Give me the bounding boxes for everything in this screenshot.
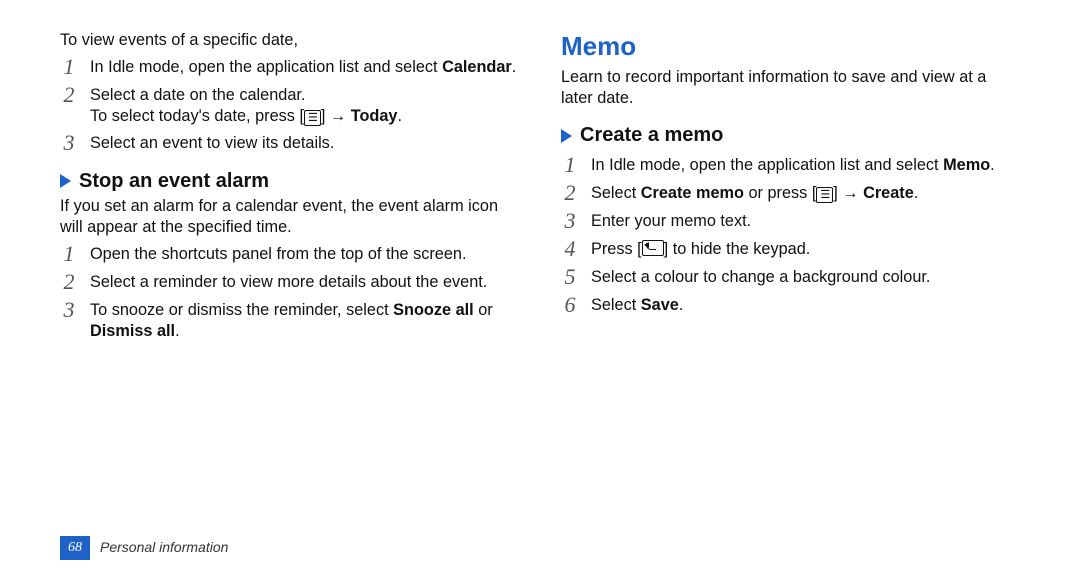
step-number: 1 (60, 56, 78, 78)
step-number: 1 (60, 243, 78, 265)
menu-icon: ☰ (816, 187, 833, 203)
intro-text: To view events of a specific date, (60, 30, 519, 51)
step-body: Select a reminder to view more details a… (90, 272, 519, 293)
subheading-create-memo: Create a memo (561, 123, 1020, 149)
stop-alarm-steps: 1 Open the shortcuts panel from the top … (60, 244, 519, 342)
step-number: 4 (561, 238, 579, 260)
step: 3 Enter your memo text. (561, 211, 1020, 233)
step-body: Enter your memo text. (591, 211, 1020, 232)
create-memo-steps: 1 In Idle mode, open the application lis… (561, 155, 1020, 317)
step-body: In Idle mode, open the application list … (591, 155, 1020, 176)
step-number: 2 (561, 182, 579, 204)
step: 1 In Idle mode, open the application lis… (561, 155, 1020, 177)
step: 2 Select Create memo or press [☰] → Crea… (561, 183, 1020, 205)
chevron-right-icon (561, 129, 572, 143)
step-body: Select a date on the calendar. To select… (90, 85, 519, 127)
step: 5 Select a colour to change a background… (561, 267, 1020, 289)
manual-page: To view events of a specific date, 1 In … (0, 0, 1080, 586)
step-number: 6 (561, 294, 579, 316)
step-number: 3 (60, 132, 78, 154)
view-event-steps: 1 In Idle mode, open the application lis… (60, 57, 519, 155)
section-name: Personal information (100, 539, 228, 557)
step-number: 2 (60, 271, 78, 293)
step: 6 Select Save. (561, 295, 1020, 317)
menu-icon: ☰ (304, 110, 321, 126)
heading-memo: Memo (561, 30, 1020, 63)
step: 2 Select a date on the calendar. To sele… (60, 85, 519, 127)
step: 3 To snooze or dismiss the reminder, sel… (60, 300, 519, 342)
step: 4 Press [] to hide the keypad. (561, 239, 1020, 261)
step-number: 1 (561, 154, 579, 176)
step: 2 Select a reminder to view more details… (60, 272, 519, 294)
step-body: Open the shortcuts panel from the top of… (90, 244, 519, 265)
step-body: Select a colour to change a background c… (591, 267, 1020, 288)
step-number: 3 (60, 299, 78, 321)
stop-alarm-desc: If you set an alarm for a calendar event… (60, 196, 519, 238)
step-number: 3 (561, 210, 579, 232)
step-body: In Idle mode, open the application list … (90, 57, 519, 78)
step-body: Select an event to view its details. (90, 133, 519, 154)
left-column: To view events of a specific date, 1 In … (60, 30, 519, 348)
step: 1 In Idle mode, open the application lis… (60, 57, 519, 79)
memo-desc: Learn to record important information to… (561, 67, 1020, 109)
subheading-stop-alarm: Stop an event alarm (60, 169, 519, 195)
step-body: Select Save. (591, 295, 1020, 316)
step-number: 2 (60, 84, 78, 106)
back-icon (642, 240, 664, 256)
step-body: To snooze or dismiss the reminder, selec… (90, 300, 519, 342)
step-number: 5 (561, 266, 579, 288)
step-body: Press [] to hide the keypad. (591, 239, 1020, 260)
right-column: Memo Learn to record important informati… (561, 30, 1020, 348)
chevron-right-icon (60, 174, 71, 188)
step-body: Select Create memo or press [☰] → Create… (591, 183, 1020, 204)
step: 3 Select an event to view its details. (60, 133, 519, 155)
page-footer: 68 Personal information (60, 536, 228, 560)
step: 1 Open the shortcuts panel from the top … (60, 244, 519, 266)
page-number: 68 (60, 536, 90, 560)
columns: To view events of a specific date, 1 In … (60, 30, 1020, 348)
